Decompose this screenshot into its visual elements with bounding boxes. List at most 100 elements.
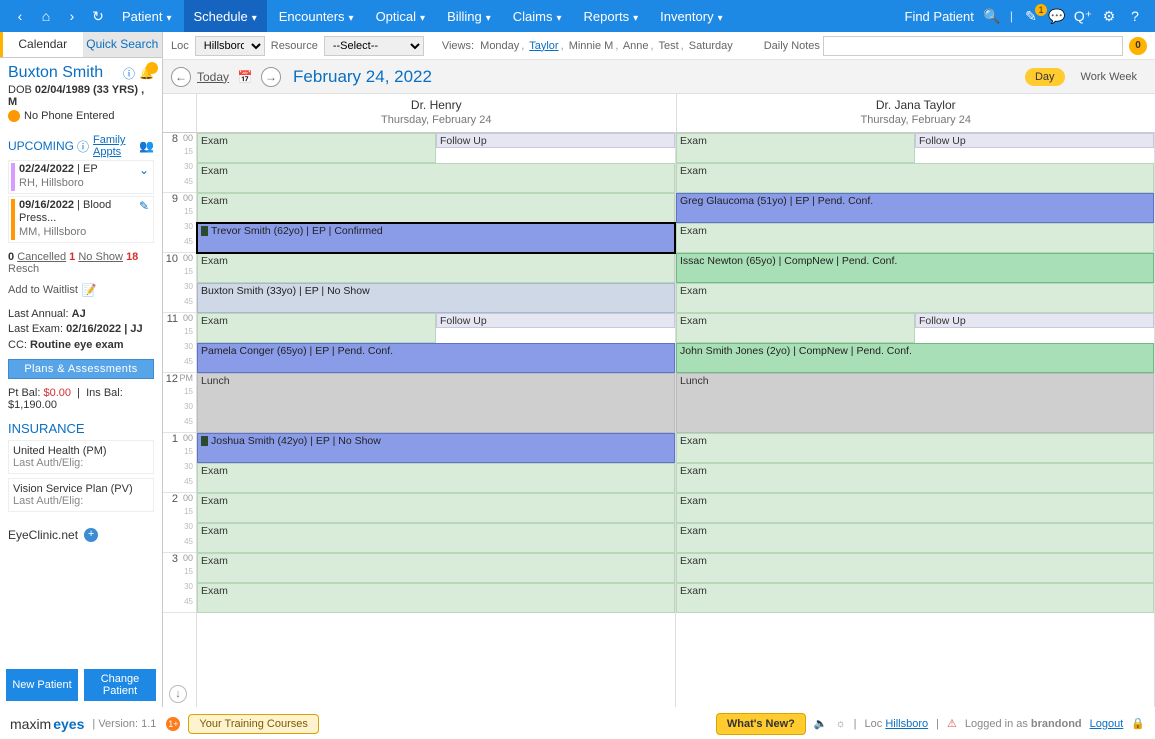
slot-exam[interactable]: Exam [197, 313, 436, 343]
lock-icon[interactable]: 🔒 [1131, 717, 1145, 730]
appointment[interactable]: Issac Newton (65yo) | CompNew | Pend. Co… [676, 253, 1154, 283]
slot-followup[interactable]: Follow Up [915, 133, 1154, 148]
slot-exam[interactable]: Exam [676, 223, 1154, 253]
noshow-link[interactable]: No Show [78, 251, 123, 263]
search-icon[interactable]: 🔍 [980, 8, 1004, 25]
slot-exam[interactable]: Exam [676, 133, 915, 163]
new-patient-button[interactable]: New Patient [6, 669, 78, 701]
slot-exam[interactable]: Exam [676, 163, 1154, 193]
slot-followup[interactable]: Follow Up [436, 313, 675, 328]
nav-schedule[interactable]: Schedule [184, 0, 267, 32]
sound-icon[interactable]: 🔈 [814, 717, 828, 730]
slot-exam[interactable]: Exam [197, 163, 675, 193]
slot-exam[interactable]: Exam [197, 583, 675, 613]
calendar-grid[interactable]: 8001530459001530451000153045110015304512… [163, 133, 1155, 707]
change-patient-button[interactable]: Change Patient [84, 669, 156, 701]
help-icon[interactable]: ? [1123, 8, 1147, 24]
view-link[interactable]: Taylor [529, 40, 558, 52]
nav-optical[interactable]: Optical [366, 0, 436, 32]
nav-billing[interactable]: Billing [437, 0, 501, 32]
eyeclinic-link[interactable]: EyeClinic.net + [8, 528, 154, 542]
bell-icon[interactable]: 🔔 [139, 66, 154, 80]
view-day-toggle[interactable]: Day [1025, 68, 1065, 86]
slot-exam[interactable]: Exam [676, 283, 1154, 313]
slot-exam[interactable]: Exam [197, 523, 675, 553]
view-link[interactable]: Anne [623, 40, 649, 52]
appointment[interactable]: Joshua Smith (42yo) | EP | No Show [197, 433, 675, 463]
day-column[interactable]: ExamFollow UpExamExamExamExamExamExamFol… [676, 133, 1155, 707]
slot-exam[interactable]: Exam [197, 463, 675, 493]
zoom-icon[interactable]: Q⁺ [1071, 8, 1095, 25]
edit-icon[interactable]: ✎ [139, 199, 151, 213]
add-waitlist-link[interactable]: Add to Waitlist 📝 [8, 283, 154, 297]
slot-exam[interactable]: Exam [676, 523, 1154, 553]
nav-forward-icon[interactable]: › [60, 8, 84, 24]
appointment[interactable]: Pamela Conger (65yo) | EP | Pend. Conf. [197, 343, 675, 373]
family-appts-link[interactable]: Family Appts 👥 [93, 134, 154, 158]
slot-lunch[interactable]: Lunch [676, 373, 1154, 433]
slot-exam[interactable]: Exam [676, 313, 915, 343]
upcoming-appt-item[interactable]: 09/16/2022 | Blood Press... MM, Hillsbor… [8, 196, 154, 243]
scroll-down-icon[interactable]: ↓ [169, 685, 187, 703]
slot-exam[interactable]: Exam [197, 493, 675, 523]
appointment[interactable]: Trevor Smith (62yo) | EP | Confirmed [197, 223, 675, 253]
slot-exam[interactable]: Exam [676, 553, 1154, 583]
tab-quick-search[interactable]: Quick Search [83, 32, 163, 57]
history-icon[interactable]: ↻ [86, 8, 110, 25]
daily-notes-input[interactable] [823, 36, 1123, 56]
resource-select[interactable]: --Select-- [324, 36, 424, 56]
nav-inventory[interactable]: Inventory [650, 0, 733, 32]
nav-patient[interactable]: Patient [112, 0, 182, 32]
appointment[interactable]: John Smith Jones (2yo) | CompNew | Pend.… [676, 343, 1154, 373]
view-link[interactable]: Test [658, 40, 678, 52]
tab-calendar[interactable]: Calendar [0, 32, 83, 57]
find-patient-link[interactable]: Find Patient [905, 9, 974, 24]
view-link[interactable]: Monday [480, 40, 519, 52]
plans-assessments-button[interactable]: Plans & Assessments [8, 359, 154, 379]
slot-followup[interactable]: Follow Up [915, 313, 1154, 328]
nav-back-icon[interactable]: ‹ [8, 8, 32, 24]
info-icon[interactable]: ⓘ [123, 65, 135, 82]
slot-exam[interactable]: Exam [197, 253, 675, 283]
info-icon[interactable]: ⓘ [77, 138, 89, 155]
view-workweek-toggle[interactable]: Work Week [1071, 68, 1147, 86]
training-courses-button[interactable]: Your Training Courses [188, 714, 318, 734]
day-column[interactable]: ExamFollow UpExamExamExamExamExamExamFol… [197, 133, 676, 707]
gear-icon[interactable]: ⚙ [1097, 8, 1121, 25]
today-link[interactable]: Today [197, 70, 229, 84]
nav-reports[interactable]: Reports [574, 0, 649, 32]
cancelled-link[interactable]: Cancelled [17, 251, 66, 263]
insurance-item[interactable]: Vision Service Plan (PV) Last Auth/Elig: [8, 478, 154, 512]
slot-exam[interactable]: Exam [676, 463, 1154, 493]
slot-exam[interactable]: Exam [676, 583, 1154, 613]
whats-new-button[interactable]: What's New? [716, 713, 806, 735]
home-icon[interactable]: ⌂ [34, 8, 58, 24]
view-link[interactable]: Minnie M [569, 40, 614, 52]
footer-loc-link[interactable]: Hillsboro [885, 718, 928, 730]
slot-exam[interactable]: Exam [676, 493, 1154, 523]
appointment[interactable]: Greg Glaucoma (51yo) | EP | Pend. Conf. [676, 193, 1154, 223]
logout-link[interactable]: Logout [1090, 718, 1124, 730]
slot-lunch[interactable]: Lunch [197, 373, 675, 433]
loc-select[interactable]: Hillsboro [195, 36, 265, 56]
slot-exam[interactable]: Exam [197, 133, 436, 163]
light-icon[interactable]: ☼ [836, 718, 846, 730]
next-arrow-icon[interactable]: → [261, 67, 281, 87]
insurance-item[interactable]: United Health (PM) Last Auth/Elig: [8, 440, 154, 474]
slot-exam[interactable]: Exam [197, 553, 675, 583]
slot-followup[interactable]: Follow Up [436, 133, 675, 148]
slot-exam[interactable]: Exam [676, 433, 1154, 463]
notes-count-badge[interactable]: 0 [1129, 37, 1147, 55]
nav-encounters[interactable]: Encounters [269, 0, 364, 32]
chat-icon[interactable]: 💬 [1045, 8, 1069, 25]
nav-claims[interactable]: Claims [503, 0, 572, 32]
upcoming-appt-item[interactable]: 02/24/2022 | EP RH, Hillsboro ⌄ [8, 160, 154, 194]
patient-name[interactable]: Buxton Smith ⓘ 🔔 [8, 64, 154, 82]
calendar-picker-icon[interactable]: 📅 [235, 67, 255, 87]
view-link[interactable]: Saturday [689, 40, 733, 52]
compose-icon[interactable]: ✎ [1019, 8, 1043, 25]
alert-icon[interactable]: ⚠ [947, 717, 957, 730]
appointment[interactable]: Buxton Smith (33yo) | EP | No Show [197, 283, 675, 313]
expand-icon[interactable]: ⌄ [139, 163, 151, 177]
prev-arrow-icon[interactable]: ← [171, 67, 191, 87]
